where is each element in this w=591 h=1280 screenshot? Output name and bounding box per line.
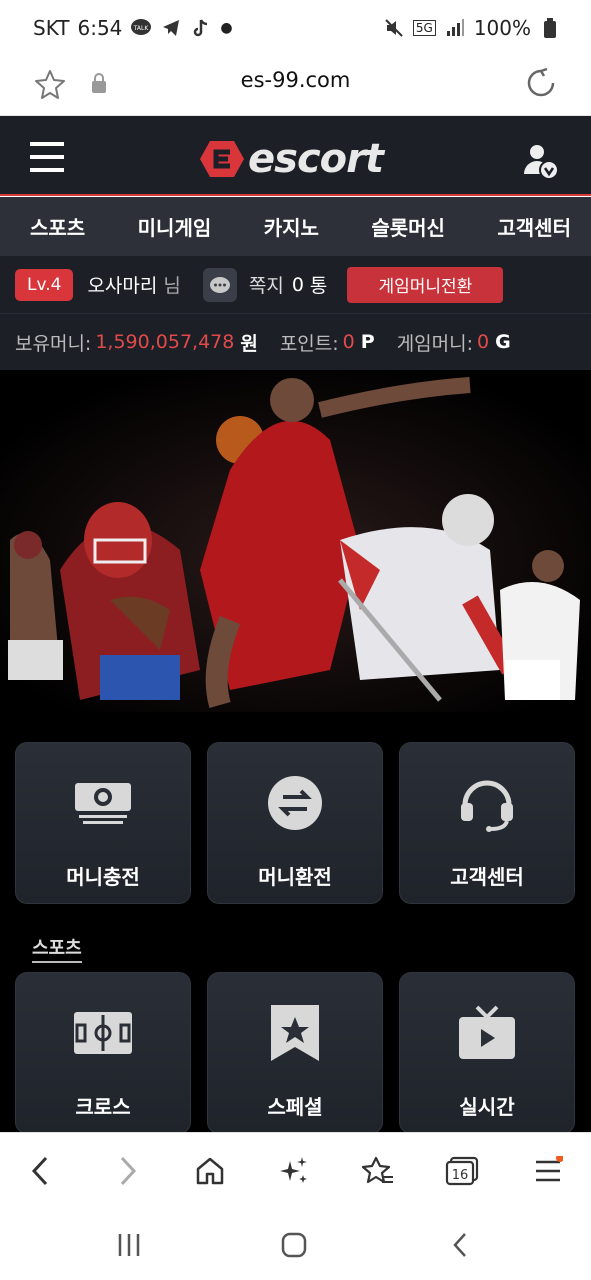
recent-apps-icon[interactable]: [116, 1232, 142, 1262]
balance-unit: 원: [240, 332, 258, 355]
points-label: 포인트:: [279, 332, 339, 355]
forward-icon[interactable]: [110, 1153, 146, 1189]
url-text[interactable]: es-99.com: [0, 68, 591, 92]
tiktok-icon: [190, 17, 212, 39]
sports-tile-label: 크로스: [75, 1095, 131, 1119]
quick-tile-label: 고객센터: [450, 865, 524, 889]
balance-value: 1,590,057,478: [95, 331, 235, 353]
system-nav-bar: [0, 1208, 591, 1280]
nav-item-sports[interactable]: 스포츠: [30, 212, 85, 241]
sports-tile-label: 실시간: [459, 1095, 515, 1119]
nav-item-slot[interactable]: 슬롯머신: [371, 212, 445, 241]
reload-icon[interactable]: [524, 66, 558, 104]
talk-icon: TALK: [130, 17, 152, 39]
browser-bottom-bar: 16: [0, 1132, 591, 1208]
bookmarks-icon[interactable]: [360, 1153, 396, 1189]
messages-count: 0: [291, 273, 304, 296]
nav-item-support[interactable]: 고객센터: [497, 212, 571, 241]
points-unit: P: [360, 331, 375, 353]
more-notifications-dot: ●: [220, 20, 233, 36]
telegram-icon: [160, 17, 182, 39]
browser-url-bar: es-99.com: [0, 56, 591, 116]
nav-item-minigame[interactable]: 미니게임: [138, 212, 212, 241]
sports-tile-label: 스페셜: [267, 1095, 323, 1119]
quick-tile-money-charge[interactable]: 머니충전: [15, 742, 191, 904]
sports-banner-image: [0, 370, 591, 712]
user-verified-icon[interactable]: [522, 142, 560, 184]
exchange-icon: [263, 771, 327, 835]
network-badge: 5G: [412, 20, 436, 36]
logo-mark-icon: [200, 141, 244, 177]
quick-tile-support[interactable]: 고객센터: [399, 742, 575, 904]
message-icon[interactable]: [202, 267, 237, 302]
username: 오사마리: [87, 275, 158, 297]
menu-icon[interactable]: [530, 1153, 566, 1189]
battery-percent: 100%: [473, 16, 531, 40]
system-back-icon[interactable]: [450, 1232, 470, 1262]
game-money-convert-button[interactable]: 게임머니전환: [347, 266, 504, 303]
sports-tile-live[interactable]: 실시간: [399, 972, 575, 1134]
money-row: 보유머니: 1,590,057,478 원 포인트: 0 P 게임머니: 0 G: [0, 314, 591, 370]
signal-icon: [444, 17, 466, 39]
sports-tile-special[interactable]: 스페셜: [207, 972, 383, 1134]
game-money-unit: G: [495, 331, 511, 353]
logo-text: escort: [248, 136, 384, 182]
home-icon[interactable]: [192, 1153, 228, 1189]
battery-icon: [539, 17, 561, 39]
quick-tile-label: 머니환전: [258, 865, 332, 889]
user-info-row: Lv.4 오사마리 님 쪽지 0 통 게임머니전환: [0, 256, 591, 314]
honorific: 님: [163, 275, 181, 297]
sports-section-title: 스포츠: [32, 934, 82, 963]
mute-icon: [383, 17, 405, 39]
bookmark-star-icon: [263, 1001, 327, 1065]
tabs-icon[interactable]: 16: [444, 1153, 480, 1189]
back-icon[interactable]: [22, 1153, 58, 1189]
quick-tile-label: 머니충전: [66, 865, 140, 889]
money-icon: [71, 771, 135, 835]
svg-text:16: 16: [452, 1168, 469, 1183]
quick-tile-money-exchange[interactable]: 머니환전: [207, 742, 383, 904]
hamburger-menu-icon[interactable]: [30, 142, 64, 176]
svg-text:TALK: TALK: [133, 25, 150, 32]
field-icon: [71, 1001, 135, 1065]
balance-label: 보유머니:: [15, 332, 92, 355]
messages-label[interactable]: 쪽지: [249, 271, 284, 298]
headset-icon: [455, 771, 519, 835]
game-money-label: 게임머니:: [396, 332, 474, 355]
clock: 6:54: [77, 16, 123, 40]
site-header: escort: [0, 116, 591, 196]
status-bar: SKT 6:54 TALK ● 5G 100%: [0, 0, 591, 56]
tv-icon: [455, 1001, 519, 1065]
messages-unit: 통: [309, 275, 328, 297]
screen: SKT 6:54 TALK ● 5G 100% es-99.com escort…: [0, 0, 591, 1280]
main-content: 머니충전 머니환전 고객센터 스포츠 크로스 스페셜 실시간: [0, 712, 591, 1134]
points-value: 0: [342, 331, 355, 353]
carrier: SKT: [33, 16, 70, 40]
sports-tile-cross[interactable]: 크로스: [15, 972, 191, 1134]
game-money-value: 0: [477, 331, 490, 353]
sparkle-ai-icon[interactable]: [276, 1153, 312, 1189]
level-badge: Lv.4: [15, 268, 74, 301]
home-button-icon[interactable]: [281, 1232, 307, 1262]
site-logo[interactable]: escort: [200, 136, 384, 182]
nav-item-casino[interactable]: 카지노: [264, 212, 319, 241]
main-nav: 스포츠 미니게임 카지노 슬롯머신 고객센터: [0, 197, 591, 256]
